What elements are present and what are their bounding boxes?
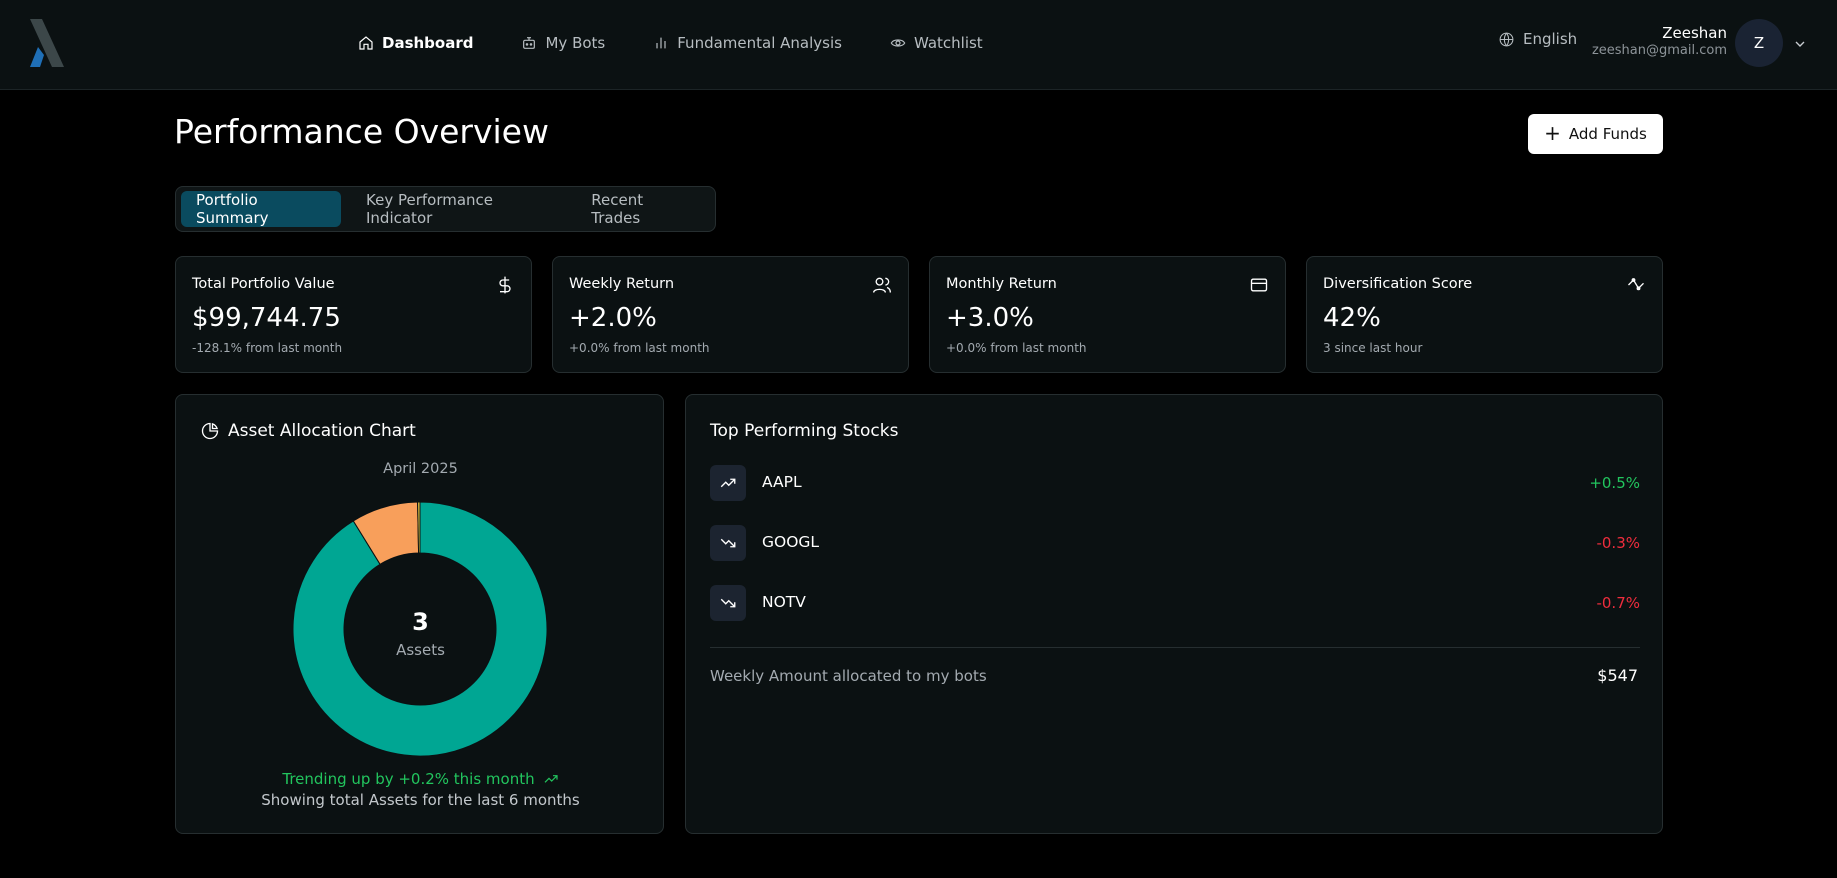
brand-logo[interactable] [28,18,66,68]
stock-row[interactable]: GOOGL -0.3% [710,525,1640,561]
nav-item-dashboard[interactable]: Dashboard [358,30,473,56]
tab-key-performance-indicator[interactable]: Key Performance Indicator [351,191,566,227]
trending-down-icon [710,585,746,621]
bar-chart-icon [656,37,666,49]
user-email: zeeshan@gmail.com [1591,43,1727,58]
nav-item-my-bots[interactable]: My Bots [521,30,605,56]
stat-subtext: -128.1% from last month [192,341,343,355]
bot-allocation-value: $547 [1597,666,1638,685]
language-selector[interactable]: English [1498,30,1577,48]
nav-item-label: Watchlist [913,34,983,52]
stat-subtext: +0.0% from last month [946,341,1087,355]
divider [710,647,1640,648]
avatar[interactable]: Z [1735,19,1783,67]
stat-value: 42% [1323,303,1381,333]
chevron-down-icon [1795,41,1805,47]
trend-text: Trending up by +0.2% this month [282,770,535,788]
stat-card-weekly-return: Weekly Return +2.0% +0.0% from last mont… [552,256,909,373]
nav-item-watchlist[interactable]: Watchlist [890,30,983,56]
top-navbar: Dashboard My Bots Fundamental Analysis W… [0,0,1837,90]
trending-up-icon [710,465,746,501]
stat-value: +2.0% [569,303,657,333]
trending-down-icon [710,525,746,561]
chart-period: April 2025 [383,461,458,477]
activity-icon [1626,275,1646,295]
asset-allocation-header: Asset Allocation Chart [200,421,416,441]
stat-label: Weekly Return [569,276,675,292]
stat-label: Monthly Return [946,276,1057,292]
user-menu-toggle[interactable] [1792,36,1808,52]
stat-value: $99,744.75 [192,303,341,333]
asset-allocation-title: Asset Allocation Chart [228,421,416,441]
stat-label: Total Portfolio Value [192,276,335,292]
trending-up-icon [544,775,558,783]
stock-change: +0.5% [1589,474,1640,492]
nav-item-label: Dashboard [382,34,474,52]
stock-change: -0.3% [1596,534,1640,552]
main-nav: Dashboard My Bots Fundamental Analysis W… [358,30,1031,56]
user-name: Zeeshan [1662,24,1727,42]
users-icon [872,275,892,295]
add-funds-button[interactable]: + Add Funds [1528,114,1663,154]
home-icon [359,36,373,50]
top-stocks-title: Top Performing Stocks [710,421,899,441]
bot-icon [523,37,536,49]
asset-allocation-card: Asset Allocation Chart April 2025 3 Asse… [175,394,664,834]
assets-label: Assets [396,641,445,659]
stat-card-diversification-score: Diversification Score 42% 3 since last h… [1306,256,1663,373]
page-title: Performance Overview [174,112,549,151]
credit-card-icon [1249,275,1269,295]
pie-chart-icon [201,422,219,440]
nav-item-label: My Bots [545,34,606,52]
stat-label: Diversification Score [1323,276,1473,292]
trend-indicator: Trending up by +0.2% this month [176,770,665,788]
stat-card-total-portfolio-value: Total Portfolio Value $99,744.75 -128.1%… [175,256,532,373]
language-label: English [1523,30,1578,48]
assets-count: 3 [412,608,429,636]
chart-footer-text: Showing total Assets for the last 6 mont… [261,791,580,809]
nav-item-fundamental-analysis[interactable]: Fundamental Analysis [653,30,842,56]
top-stocks-card: Top Performing Stocks AAPL +0.5% GOOGL -… [685,394,1663,834]
dollar-icon [495,275,515,295]
tab-recent-trades[interactable]: Recent Trades [576,191,705,227]
stock-change: -0.7% [1596,594,1640,612]
stock-symbol: GOOGL [762,533,820,551]
stock-row[interactable]: NOTV -0.7% [710,585,1640,621]
user-info[interactable]: Zeeshan zeeshan@gmail.com [1592,23,1727,59]
stock-row[interactable]: AAPL +0.5% [710,465,1640,501]
stat-card-monthly-return: Monthly Return +3.0% +0.0% from last mon… [929,256,1286,373]
bot-allocation-label: Weekly Amount allocated to my bots [710,667,987,685]
nav-item-label: Fundamental Analysis [677,34,842,52]
stat-value: +3.0% [946,303,1034,333]
stock-symbol: NOTV [762,593,806,611]
tab-portfolio-summary[interactable]: Portfolio Summary [181,191,341,227]
overview-tabs: Portfolio Summary Key Performance Indica… [175,186,716,232]
stock-symbol: AAPL [762,473,802,491]
plus-icon: + [1544,121,1561,145]
donut-slice[interactable] [417,502,421,554]
add-funds-label: Add Funds [1568,125,1647,143]
stat-subtext: +0.0% from last month [569,341,710,355]
stat-subtext: 3 since last hour [1323,341,1423,355]
eye-icon [890,39,906,47]
globe-icon [1499,32,1514,46]
logo-mark-icon [30,19,64,67]
